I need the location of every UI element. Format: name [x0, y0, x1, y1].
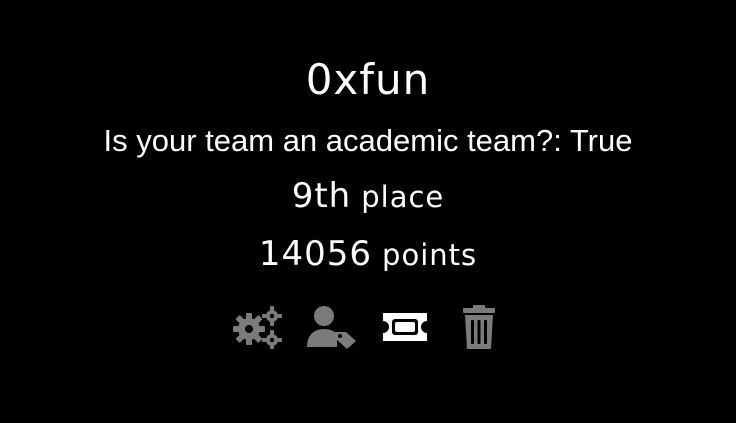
team-members-button[interactable] [305, 304, 357, 350]
user-tag-icon [307, 306, 356, 349]
delete-team-button[interactable] [453, 304, 505, 350]
points-value: 14056 [258, 234, 373, 274]
place-value: 9th [291, 176, 352, 216]
ticket-icon [383, 313, 427, 341]
team-points: 14056 points [0, 232, 736, 282]
team-ticket-button[interactable] [379, 304, 431, 350]
team-place: 9th place [0, 174, 736, 224]
team-name: 0xfun [305, 55, 431, 104]
academic-status: Is your team an academic team?: True [103, 123, 633, 158]
points-label: points [382, 238, 478, 272]
gears-icon [233, 306, 282, 349]
trash-icon [463, 305, 495, 349]
team-actions [0, 304, 736, 350]
team-settings-button[interactable] [231, 304, 283, 350]
place-label: place [361, 180, 445, 214]
team-page: 0xfun Is your team an academic team?: Tr… [0, 0, 736, 423]
